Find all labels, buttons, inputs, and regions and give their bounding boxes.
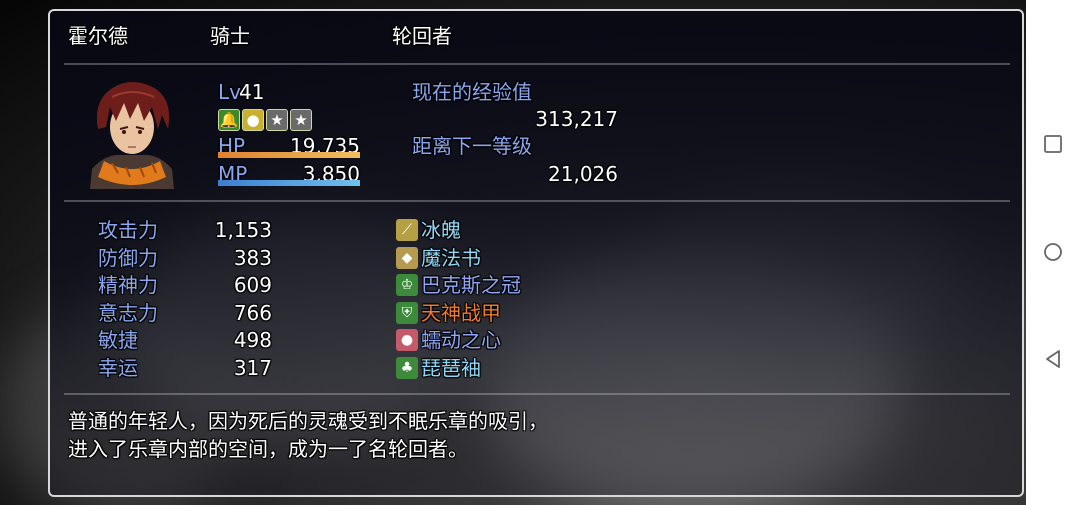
param-label: 防御力: [98, 245, 158, 270]
magic-book-icon: ◆: [396, 246, 418, 269]
home-icon[interactable]: [1043, 242, 1063, 262]
param-label: 精神力: [98, 273, 158, 297]
divider: [64, 63, 1010, 65]
divider: [64, 200, 1010, 202]
equipment-name[interactable]: 魔法书: [421, 245, 481, 271]
armor-icon: ⛨: [396, 301, 418, 324]
param-label: 攻击力: [98, 218, 158, 242]
param-value: 609: [233, 273, 272, 297]
back-icon[interactable]: [1043, 349, 1063, 369]
game-screen: 霍尔德 骑士 轮回者 Lv 41 🔔 ● ★ ★ HP 19,735 MP 3,850: [0, 0, 1026, 505]
param-label: 意志力: [98, 300, 158, 325]
profile-line-1: 普通的年轻人，因为死后的灵魂受到不眠乐章的吸引，: [68, 409, 548, 433]
hp-gauge: [218, 152, 360, 158]
mp-gauge: [218, 180, 360, 186]
param-value: 1,153: [214, 218, 272, 242]
param-label: 幸运: [98, 355, 138, 380]
profile-line-2: 进入了乐章内部的空间，成为一了名轮回者。: [68, 437, 468, 461]
exp-next-label: 距离下一等级: [412, 134, 532, 158]
bell-icon: 🔔: [218, 109, 240, 131]
param-label: 敏捷: [98, 328, 138, 352]
level-label: Lv: [218, 80, 241, 104]
heart-orb-icon: ●: [396, 329, 418, 351]
actor-class: 骑士: [210, 24, 250, 48]
sword-icon: ⟋: [396, 219, 418, 241]
equipment-name[interactable]: 蠕动之心: [421, 327, 501, 353]
equipment-name[interactable]: 冰魄: [421, 217, 461, 243]
equipment-name[interactable]: 巴克斯之冠: [421, 272, 521, 298]
star-icon: ★: [290, 109, 312, 131]
exp-current-value: 313,217: [535, 107, 618, 131]
actor-nickname: 轮回者: [392, 24, 452, 48]
status-window: 霍尔德 骑士 轮回者 Lv 41 🔔 ● ★ ★ HP 19,735 MP 3,850: [48, 9, 1024, 497]
mp-gauge-fill: [218, 180, 360, 186]
star-icon: ★: [266, 109, 288, 131]
recent-apps-icon[interactable]: [1043, 134, 1063, 154]
crown-icon: ♔: [396, 274, 418, 296]
equipment-name[interactable]: 琵琶袖: [421, 355, 481, 381]
exp-next-value: 21,026: [548, 162, 618, 186]
param-value: 317: [233, 355, 272, 380]
exp-current-label: 现在的经验值: [412, 80, 532, 104]
sun-orb-icon: ●: [242, 109, 264, 131]
hp-gauge-fill: [218, 152, 360, 158]
param-value: 383: [233, 245, 272, 270]
divider: [64, 393, 1010, 395]
param-value: 498: [233, 328, 272, 352]
android-navigation-bar: [1026, 0, 1080, 505]
equipment-name[interactable]: 天神战甲: [421, 300, 501, 326]
param-value: 766: [233, 300, 272, 325]
actor-portrait: [90, 82, 174, 189]
level-value: 41: [239, 80, 265, 104]
actor-name: 霍尔德: [68, 24, 128, 48]
sleeve-icon: ♣: [396, 356, 418, 379]
